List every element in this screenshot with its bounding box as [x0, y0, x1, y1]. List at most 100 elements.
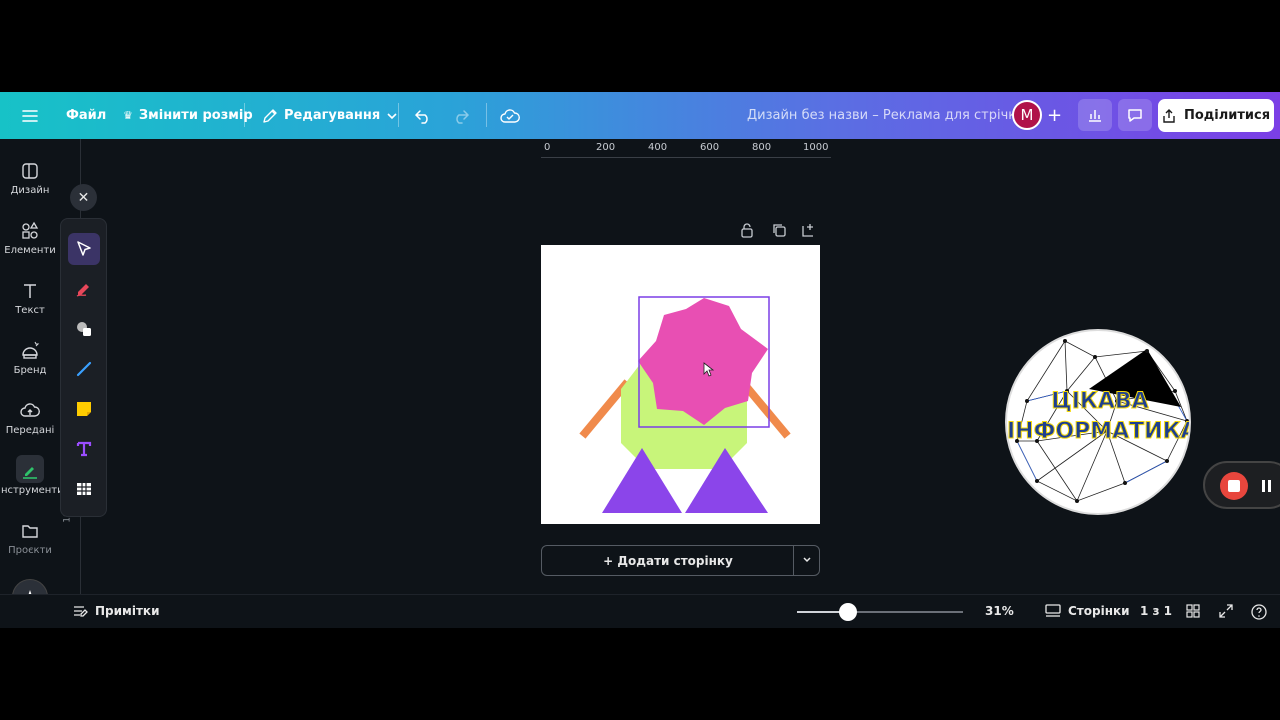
notes-label: Примітки: [95, 604, 160, 618]
divider: [244, 103, 245, 127]
sidebar-item-projects[interactable]: Проєкти: [0, 521, 60, 556]
robot-illustration: [579, 296, 791, 513]
file-menu-label: Файл: [66, 108, 107, 123]
sticky-note-tool-button[interactable]: [68, 393, 100, 425]
head-shape[interactable]: [638, 298, 768, 425]
recording-controls: [1203, 461, 1280, 509]
line-tool-button[interactable]: [68, 353, 100, 385]
sidebar-item-label: Бренд: [13, 365, 47, 376]
line-tool-icon: [76, 361, 92, 377]
share-label: Поділитися: [1183, 108, 1271, 123]
grid-view-button[interactable]: [1186, 604, 1200, 618]
chevron-down-icon[interactable]: [800, 552, 814, 566]
sidebar-item-label: Інструменти: [0, 485, 64, 496]
ruler-tick: 1000: [803, 142, 829, 153]
help-icon: [1251, 604, 1267, 620]
pages-label: Сторінки: [1068, 604, 1130, 618]
sidebar-item-brand[interactable]: Бренд: [0, 341, 60, 376]
close-icon: ✕: [77, 189, 90, 206]
sidebar-item-text[interactable]: Текст: [0, 281, 60, 316]
shapes-icon: [22, 221, 39, 239]
insights-button[interactable]: [1078, 99, 1112, 131]
select-tool-button[interactable]: [68, 233, 100, 265]
notes-button[interactable]: Примітки: [73, 604, 159, 618]
add-page-icon: [802, 224, 813, 237]
bar-chart-icon: [1089, 110, 1101, 122]
channel-logo: ЦІКАВА ІНФОРМАТИКА: [1005, 329, 1191, 515]
redo-button[interactable]: [452, 108, 470, 124]
save-status-button[interactable]: [500, 108, 520, 124]
duplicate-page-button[interactable]: [771, 222, 787, 242]
page-counter[interactable]: 1 з 1: [1140, 604, 1172, 618]
sidebar-item-label: Текст: [15, 305, 45, 316]
left-arm-shape[interactable]: [579, 379, 631, 439]
left-sidebar: Дизайн Елементи Текст Бренд Передані Інс…: [0, 139, 64, 628]
folder-icon: [22, 525, 38, 538]
close-tools-button[interactable]: ✕: [70, 184, 97, 211]
text-tool-icon: [76, 441, 92, 457]
layout-icon: [22, 163, 38, 179]
help-button[interactable]: [1251, 604, 1267, 620]
lock-icon: [741, 223, 753, 238]
file-menu-button[interactable]: Файл: [66, 108, 106, 123]
shapes-tool-icon: [77, 322, 91, 336]
table-tool-icon: [77, 483, 91, 495]
undo-button[interactable]: [414, 108, 432, 124]
drawing-tools-panel: [60, 218, 107, 517]
add-page-button[interactable]: + Додати сторінку: [541, 545, 820, 576]
logo-title-line2: ІНФОРМАТИКА: [1007, 419, 1191, 445]
expand-icon: [1219, 604, 1233, 618]
duplicate-icon: [773, 224, 786, 237]
sidebar-item-label: Проєкти: [8, 545, 52, 556]
ruler-tick: 400: [648, 142, 668, 153]
sidebar-item-elements[interactable]: Елементи: [0, 221, 60, 256]
ruler-tick: 600: [700, 142, 720, 153]
top-toolbar: Файл ♛ Змінити розмір Редагування Дизайн…: [0, 92, 1280, 139]
sticky-note-tool-icon: [77, 402, 91, 416]
grid-view-icon: [1186, 604, 1200, 618]
add-page-icon-button[interactable]: [801, 222, 817, 242]
notes-icon: [74, 606, 88, 617]
fullscreen-button[interactable]: [1219, 604, 1233, 618]
share-button[interactable]: Поділитися: [1158, 99, 1274, 132]
sidebar-item-design[interactable]: Дизайн: [0, 161, 60, 196]
avatar[interactable]: M: [1012, 100, 1042, 130]
menu-icon[interactable]: [22, 109, 38, 123]
horizontal-ruler: 0 200 400 600 800 1000: [541, 140, 831, 158]
cloud-upload-icon: [20, 403, 40, 417]
stop-recording-button[interactable]: [1220, 472, 1248, 500]
zoom-level[interactable]: 31%: [985, 604, 1014, 618]
ruler-tick: 0: [544, 142, 551, 153]
redo-icon: [456, 109, 470, 124]
design-title[interactable]: Дизайн без назви – Реклама для стрічки: [747, 108, 1025, 123]
ruler-tick: 200: [596, 142, 616, 153]
edit-mode-dropdown[interactable]: Редагування: [262, 108, 398, 124]
shapes-tool-button[interactable]: [68, 313, 100, 345]
pen-tool-icon: [76, 284, 89, 297]
brand-icon: [22, 341, 40, 359]
sidebar-item-uploads[interactable]: Передані: [0, 401, 60, 436]
ruler-baseline: [541, 157, 831, 158]
screen: Файл ♛ Змінити розмір Редагування Дизайн…: [0, 0, 1280, 720]
right-arm-shape[interactable]: [739, 379, 791, 439]
pages-button[interactable]: Сторінки: [1045, 604, 1130, 618]
crown-icon: ♛: [123, 109, 133, 122]
pause-icon[interactable]: [1261, 479, 1273, 493]
comments-button[interactable]: [1118, 99, 1152, 131]
add-page-label: + Додати сторінку: [603, 554, 733, 568]
select-tool-icon: [77, 241, 91, 256]
chevron-down-icon: [387, 112, 397, 119]
logo-title-line1: ЦІКАВА: [1051, 389, 1149, 415]
pen-tool-button[interactable]: [68, 273, 100, 305]
sidebar-item-tools[interactable]: Інструменти: [0, 461, 64, 496]
table-tool-button[interactable]: [68, 473, 100, 505]
zoom-slider-thumb[interactable]: [839, 603, 858, 621]
resize-button[interactable]: ♛ Змінити розмір: [123, 108, 253, 123]
text-t-icon: [24, 284, 36, 298]
ruler-tick: 800: [752, 142, 772, 153]
lock-button[interactable]: [740, 222, 754, 242]
design-canvas[interactable]: [541, 245, 820, 524]
pencil-icon: [263, 108, 277, 123]
add-collaborator-button[interactable]: +: [1047, 105, 1062, 126]
text-tool-button[interactable]: [68, 433, 100, 465]
